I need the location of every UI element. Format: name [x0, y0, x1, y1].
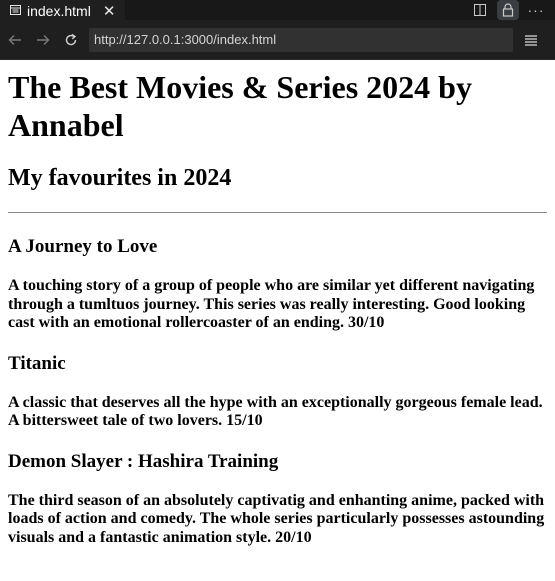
split-editor-button[interactable] [469, 0, 491, 20]
url-input[interactable]: http://127.0.0.1:3000/index.html [89, 27, 513, 52]
entry-description: A touching story of a group of people wh… [8, 277, 535, 331]
tab-index-html[interactable]: index.html ✕ [0, 0, 126, 21]
back-button[interactable] [3, 28, 27, 52]
entry-title: Demon Slayer : Hashira Training [8, 450, 279, 472]
close-icon[interactable]: ✕ [103, 2, 116, 20]
entry-description: A classic that deserves all the hype wit… [8, 393, 543, 430]
entry-a-journey-to-love: A Journey to Love A touching story of a … [8, 236, 547, 333]
page-title: The Best Movies & Series 2024 by Annabel [8, 69, 472, 143]
reload-button[interactable] [59, 28, 83, 52]
lock-editor-button[interactable] [497, 0, 519, 20]
preview-icon [10, 5, 21, 15]
reload-icon [65, 33, 77, 45]
entry-description: The third season of an absolutely captiv… [8, 491, 545, 546]
entry-demon-slayer: Demon Slayer : Hashira Training The thir… [8, 451, 547, 548]
entry-titanic: Titanic A classic that deserves all the … [8, 353, 547, 431]
tab-bar: index.html ✕ ··· [0, 0, 555, 21]
browser-nav-bar: http://127.0.0.1:3000/index.html [0, 20, 555, 60]
menu-button[interactable] [521, 30, 541, 50]
more-icon: ··· [527, 2, 545, 18]
forward-button[interactable] [31, 28, 55, 52]
arrow-left-icon [8, 34, 21, 45]
entry-title: A Journey to Love [8, 236, 158, 257]
divider [8, 212, 547, 213]
more-actions-button[interactable]: ··· [525, 0, 547, 20]
entry-title: Titanic [8, 352, 66, 374]
arrow-right-icon [37, 34, 50, 45]
page-subtitle: My favourites in 2024 [8, 165, 232, 191]
editor-actions: ··· [469, 0, 547, 20]
lock-icon [502, 3, 514, 17]
tab-title: index.html [27, 3, 91, 19]
split-editor-icon [474, 4, 486, 16]
page-content: The Best Movies & Series 2024 by Annabel… [0, 68, 555, 547]
url-text: http://127.0.0.1:3000/index.html [94, 32, 277, 47]
hamburger-menu-icon [525, 34, 537, 46]
